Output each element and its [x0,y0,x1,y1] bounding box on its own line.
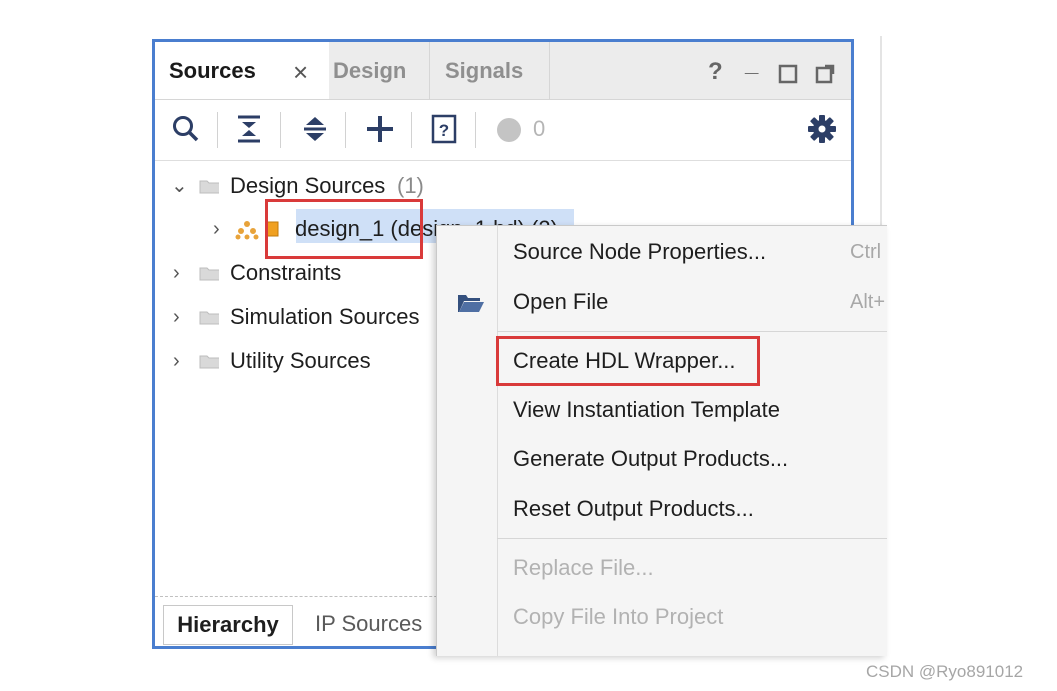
watermark-text: CSDN @Ryo891012 [866,662,1024,681]
menu-item-view-instantiation-template[interactable]: View Instantiation Template [513,397,780,423]
menu-shortcut: Ctrl [850,241,882,263]
menu-shortcut: Alt+ [850,291,886,313]
toolbar-separator [217,112,218,148]
toolbar-separator [411,112,412,148]
highlight-box-create-hdl-wrapper [496,336,760,386]
svg-text:?: ? [439,121,449,140]
menu-item-source-node-properties[interactable]: Source Node Properties... [513,239,766,265]
status-circle-icon [497,118,521,142]
menu-item-replace-file: Replace File... [513,555,654,580]
help-icon[interactable]: ? [708,58,723,86]
toolbar-count: 0 [533,116,546,141]
menu-item-open-file[interactable]: Open File [513,289,608,315]
menu-icon-gutter [497,226,498,656]
tree-item-label: Simulation Sources [230,304,420,329]
background-frame-edge [880,36,882,232]
chevron-right-icon[interactable]: › [173,297,180,337]
tab-sources-label: Sources [169,58,256,83]
toolbar-separator [280,112,281,148]
chevron-right-icon[interactable]: › [213,209,220,249]
chevron-right-icon[interactable]: › [173,341,180,381]
panel-toolbar: ? 0 [155,100,851,161]
open-folder-icon [458,295,484,312]
context-menu: Source Node Properties... Ctrl Open File… [436,225,887,656]
highlight-box-design-1 [265,199,423,259]
tab-hierarchy[interactable]: Hierarchy [163,605,293,645]
menu-item-copy-file-into-project: Copy File Into Project [513,604,724,629]
folder-icon [199,180,219,194]
tab-signals[interactable]: Signals [431,42,550,99]
chevron-right-icon[interactable]: › [173,253,180,293]
toolbar-separator [475,112,476,148]
float-window-icon[interactable] [815,64,835,84]
gear-icon[interactable] [807,114,837,144]
add-icon[interactable] [365,114,395,144]
menu-separator [497,538,887,539]
search-icon[interactable] [171,114,201,144]
screenshot-stage: Sources × Design Signals ? _ ? 0 ⌄ Desig… [0,0,1057,691]
tree-item-label: Utility Sources [230,348,371,373]
maximize-icon[interactable] [778,64,798,84]
tab-ip-sources[interactable]: IP Sources [315,605,422,643]
unknown-source-icon[interactable]: ? [431,114,457,144]
folder-icon [199,267,219,281]
menu-item-generate-output-products[interactable]: Generate Output Products... [513,446,788,472]
collapse-all-icon[interactable] [235,114,263,144]
tab-sources[interactable]: Sources × [155,42,329,99]
close-icon[interactable]: × [293,44,308,101]
menu-item-reset-output-products[interactable]: Reset Output Products... [513,496,754,522]
block-design-icon [235,221,259,240]
toolbar-separator [345,112,346,148]
folder-icon [199,311,219,325]
tab-signals-label: Signals [445,58,524,83]
expand-all-icon[interactable] [301,114,329,144]
tab-design-label: Design [333,58,407,83]
folder-icon [199,355,219,369]
minimize-icon[interactable]: _ [745,50,758,78]
menu-separator [497,331,887,332]
tab-design[interactable]: Design [329,42,430,99]
tree-item-label: Constraints [230,260,342,285]
chevron-down-icon[interactable]: ⌄ [171,166,188,206]
panel-tab-bar: Sources × Design Signals ? _ [155,42,851,100]
